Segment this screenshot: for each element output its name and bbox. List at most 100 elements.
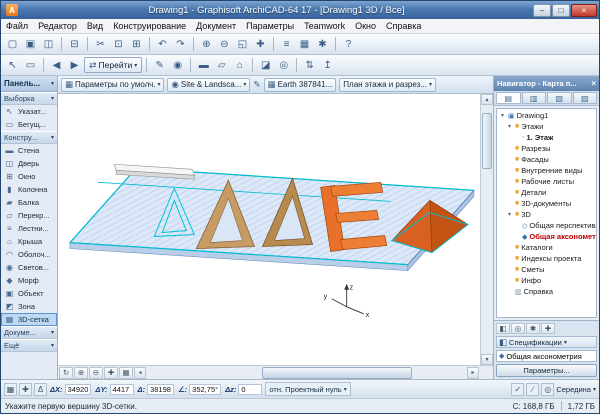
- copy-icon[interactable]: ⊡: [110, 36, 127, 53]
- tree-item[interactable]: ▾▣Drawing1: [497, 110, 596, 121]
- tree-item[interactable]: ◆Общая аксонометрия: [497, 231, 596, 242]
- tool-object[interactable]: ▣Объект: [1, 287, 57, 300]
- toolbox-header[interactable]: Панель... ▾: [1, 76, 57, 92]
- spec-selector[interactable]: ◧ Спецификации ▾: [496, 336, 597, 348]
- navigator-header[interactable]: Навигатор - Карта п... ×: [494, 76, 599, 91]
- parameters-button[interactable]: Параметры...: [496, 364, 597, 377]
- letter-shape-e[interactable]: [321, 182, 387, 251]
- tree-item[interactable]: ■Инфо: [497, 275, 596, 286]
- tool-pointer[interactable]: ↖Указат...: [1, 105, 57, 118]
- camera-icon[interactable]: ◎: [511, 323, 525, 334]
- paste-icon[interactable]: ⊞: [128, 36, 145, 53]
- scroll-right-icon[interactable]: ▸: [467, 367, 479, 379]
- back-icon[interactable]: ◀: [48, 57, 65, 74]
- menu-item-1[interactable]: Файл: [1, 19, 33, 33]
- grid-snap-icon[interactable]: ▦: [4, 383, 17, 396]
- menu-item-2[interactable]: Редактор: [33, 19, 82, 33]
- menu-item-4[interactable]: Конструирование: [108, 19, 191, 33]
- teamwork-icon[interactable]: ⇅: [301, 57, 318, 74]
- layers-icon[interactable]: ≡: [278, 36, 295, 53]
- viewport-3d[interactable]: z x y ▴ ▾: [58, 94, 493, 365]
- orbit-icon[interactable]: ↻: [59, 367, 73, 379]
- menu-item-3[interactable]: Вид: [82, 19, 108, 33]
- project-map-tab[interactable]: ▤: [496, 92, 521, 104]
- fit-view-icon[interactable]: ◱: [234, 36, 251, 53]
- grid-toggle-icon[interactable]: ▦: [119, 367, 133, 379]
- tree-item[interactable]: ■Фасады: [497, 154, 596, 165]
- reference-level-select[interactable]: отн. Проектный нуль ▾: [265, 382, 350, 396]
- expander-icon[interactable]: ▾: [499, 112, 506, 119]
- redo-icon[interactable]: ↷: [172, 36, 189, 53]
- grid-icon[interactable]: ▦: [296, 36, 313, 53]
- tool-stair[interactable]: ≡Лестни...: [1, 222, 57, 235]
- view-settings-chip[interactable]: План этажа и разрез... ▾: [339, 78, 436, 92]
- tree-item[interactable]: ■Внутренние виды: [497, 165, 596, 176]
- favorites-icon[interactable]: ✱: [314, 36, 331, 53]
- coord-field-value[interactable]: 4417: [110, 384, 134, 395]
- new-file-icon[interactable]: ▢: [4, 36, 21, 53]
- arrow-tool-icon[interactable]: ↖: [4, 57, 21, 74]
- tracker-icon[interactable]: Δ: [34, 383, 47, 396]
- coord-field-2[interactable]: ΔY:4417: [95, 384, 133, 395]
- vertical-scroll-thumb[interactable]: [482, 113, 492, 169]
- coord-field-value[interactable]: 352,75°: [189, 384, 221, 395]
- tool-slab[interactable]: ▱Перекр...: [1, 209, 57, 222]
- close-icon[interactable]: ×: [591, 79, 596, 88]
- guide-lines-icon[interactable]: ✚: [19, 383, 32, 396]
- vertical-scrollbar[interactable]: ▴ ▾: [480, 94, 493, 365]
- pan-icon[interactable]: ✚: [252, 36, 269, 53]
- maximize-button[interactable]: □: [552, 4, 570, 17]
- help-icon[interactable]: ?: [340, 36, 357, 53]
- tool-column[interactable]: ▮Колонна: [1, 183, 57, 196]
- menu-item-9[interactable]: Справка: [381, 19, 426, 33]
- toolbox-section-3[interactable]: Констру...▾: [1, 131, 57, 144]
- camera-icon[interactable]: ◎: [275, 57, 292, 74]
- tool-wall[interactable]: ▬Стена: [1, 144, 57, 157]
- close-button[interactable]: ×: [571, 4, 597, 17]
- tree-item[interactable]: ■Рабочие листы: [497, 176, 596, 187]
- zoom-out-icon[interactable]: ⊖: [89, 367, 103, 379]
- menu-item-6[interactable]: Параметры: [241, 19, 299, 33]
- coord-field-3[interactable]: Δ:38198: [138, 384, 174, 395]
- tool-marquee[interactable]: ▭Бегущ...: [1, 118, 57, 131]
- tree-item[interactable]: ▾■3D: [497, 209, 596, 220]
- tool-morph[interactable]: ◆Морф: [1, 274, 57, 287]
- undo-icon[interactable]: ↶: [154, 36, 171, 53]
- expander-icon[interactable]: ▾: [506, 211, 513, 218]
- horizontal-scroll-thumb[interactable]: [262, 367, 412, 379]
- tree-item[interactable]: ■Детали: [497, 187, 596, 198]
- coord-field-1[interactable]: ΔX:34920: [50, 384, 91, 395]
- tree-item[interactable]: ▥Справка: [497, 286, 596, 297]
- zoom-in-icon[interactable]: ⊕: [198, 36, 215, 53]
- tool-door[interactable]: ◫Дверь: [1, 157, 57, 170]
- coord-field-value[interactable]: 0: [238, 384, 262, 395]
- cut-icon[interactable]: ✂: [92, 36, 109, 53]
- open-file-icon[interactable]: ▣: [22, 36, 39, 53]
- snap-point-icon[interactable]: ◎: [541, 383, 554, 396]
- publisher-tab[interactable]: ▨: [573, 92, 598, 104]
- tool-shell[interactable]: ◠Оболоч...: [1, 248, 57, 261]
- tree-item[interactable]: ◇Общая перспектива: [497, 220, 596, 231]
- model-compare-icon[interactable]: ◧: [496, 323, 510, 334]
- tool-roof[interactable]: ⌂Крыша: [1, 235, 57, 248]
- tree-item[interactable]: ▫1. Этаж: [497, 132, 596, 143]
- tree-item[interactable]: ■Разрезы: [497, 143, 596, 154]
- tool-beam[interactable]: ▰Балка: [1, 196, 57, 209]
- slab-quick-icon[interactable]: ▱: [213, 57, 230, 74]
- scroll-left-icon[interactable]: ◂: [134, 367, 146, 379]
- zoom-in-icon[interactable]: ⊕: [74, 367, 88, 379]
- layout-book-tab[interactable]: ▧: [547, 92, 572, 104]
- coord-field-value[interactable]: 34920: [65, 384, 92, 395]
- fit-icon[interactable]: ✚: [104, 367, 118, 379]
- toolbox-section-19[interactable]: Ещё▾: [1, 339, 57, 352]
- settings-icon[interactable]: ✱: [526, 323, 540, 334]
- toolbox-section-0[interactable]: Выборка▾: [1, 92, 57, 105]
- save-file-icon[interactable]: ◫: [40, 36, 57, 53]
- print-icon[interactable]: ⊟: [66, 36, 83, 53]
- viewport-canvas[interactable]: z x y: [58, 94, 480, 365]
- view-map-tab[interactable]: ▥: [522, 92, 547, 104]
- cutaway-icon[interactable]: ◪: [257, 57, 274, 74]
- wall-quick-icon[interactable]: ▬: [195, 57, 212, 74]
- defaults-button[interactable]: ▦ Параметры по умолч. ▾: [61, 78, 164, 92]
- tool-zone[interactable]: ◩Зона: [1, 300, 57, 313]
